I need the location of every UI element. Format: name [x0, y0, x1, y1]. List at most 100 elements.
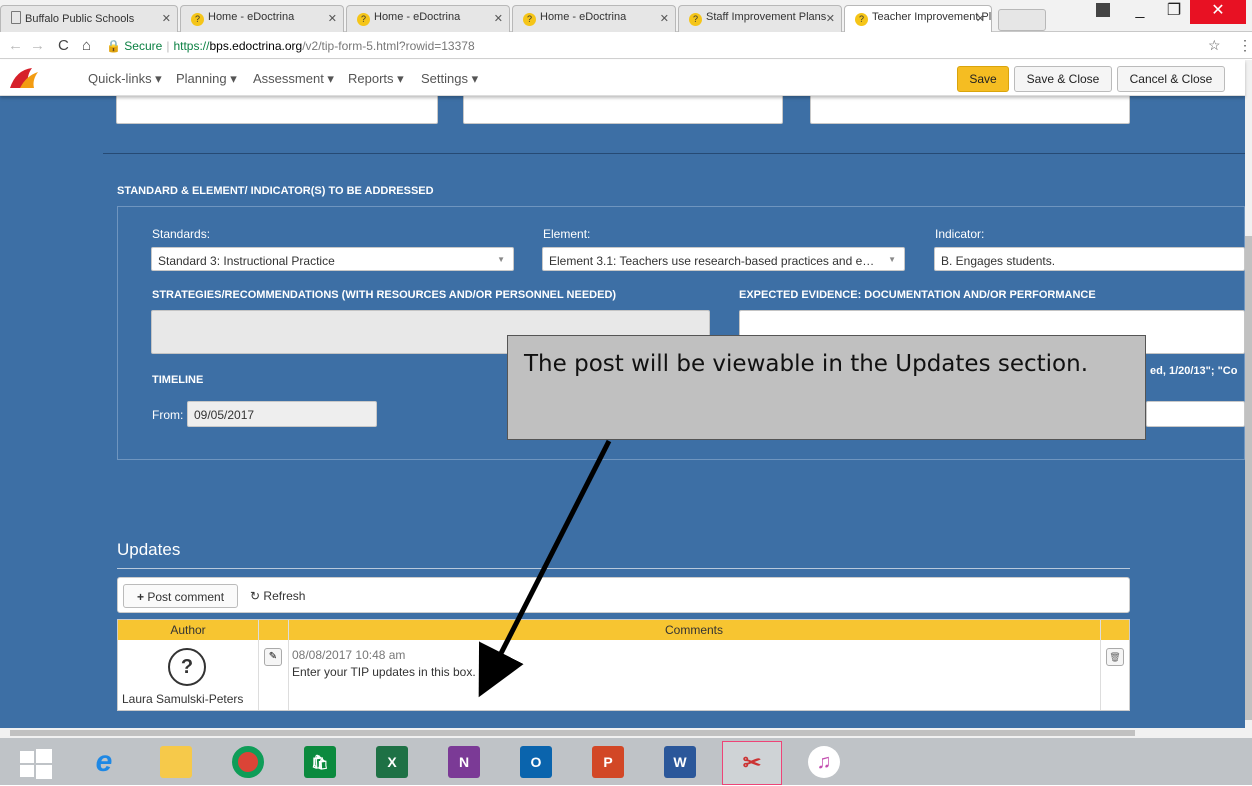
element-value: Element 3.1: Teachers use research-based… — [549, 254, 875, 268]
address-bar-row: ← → C ⌂ 🔒 Secure | https://bps.edoctrina.o… — [0, 33, 1252, 59]
start-icon[interactable] — [6, 741, 66, 785]
chevron-down-icon: ▼ — [888, 255, 896, 264]
author-name: Laura Samulski-Peters — [122, 692, 244, 706]
element-label: Element: — [543, 227, 591, 241]
updates-title: Updates — [117, 540, 181, 559]
save-close-button[interactable]: Save & Close — [1014, 66, 1112, 92]
post-comment-label: Post comment — [147, 590, 225, 604]
snipping-tool-icon[interactable]: ✂ — [722, 741, 782, 785]
outlook-icon[interactable]: O — [506, 741, 566, 785]
comment-date: 08/08/2017 10:48 am — [292, 648, 406, 662]
menu-settings[interactable]: Settings ▾ — [421, 71, 478, 87]
tab-label: Home - eDoctrina — [374, 11, 461, 23]
forward-arrow-icon[interactable]: → — [30, 37, 45, 54]
edoctrina-icon: ? — [191, 13, 204, 26]
tab-teacher-improvement-plan[interactable]: ? Teacher Improvement Pl ✕ — [844, 5, 992, 32]
strategies-label: STRATEGIES/RECOMMENDATIONS (WITH RESOURC… — [152, 289, 617, 301]
user-profile-icon[interactable] — [1096, 3, 1110, 17]
refresh-icon: ↻ — [250, 589, 261, 603]
back-arrow-icon[interactable]: ← — [8, 37, 23, 54]
lock-icon: 🔒 — [106, 39, 121, 53]
from-label: From: — [152, 408, 184, 422]
scroll-thumb[interactable] — [10, 730, 1135, 736]
standards-label: Standards: — [152, 227, 211, 241]
url-path: /v2/tip-form-5.html?rowid=13378 — [302, 39, 475, 53]
updates-grid: Author Comments ? Laura Samulski-Peters … — [117, 619, 1130, 711]
file-explorer-icon[interactable] — [146, 741, 206, 785]
powerpoint-icon[interactable]: P — [578, 741, 638, 785]
callout-box: The post will be viewable in the Updates… — [507, 335, 1146, 440]
tab-buffalo-public-schools[interactable]: Buffalo Public Schools ✕ — [0, 5, 178, 32]
url-host: bps.edoctrina.org — [209, 39, 303, 53]
element-select[interactable]: Element 3.1: Teachers use research-based… — [542, 247, 905, 271]
timeline-right-input[interactable] — [1146, 401, 1245, 427]
refresh-button[interactable]: ↻ Refresh — [250, 584, 305, 608]
chevron-down-icon: ▼ — [497, 255, 505, 264]
tab-label: Home - eDoctrina — [540, 11, 627, 23]
url-scheme: https:// — [173, 39, 210, 53]
indicator-select[interactable]: B. Engages students. — [934, 247, 1245, 271]
col-comments-header: Comments — [664, 623, 723, 637]
itunes-icon[interactable]: ♫ — [794, 741, 854, 785]
standards-value: Standard 3: Instructional Practice — [158, 254, 335, 268]
edoctrina-icon: ? — [689, 13, 702, 26]
standards-select[interactable]: Standard 3: Instructional Practice ▼ — [151, 247, 514, 271]
close-icon[interactable]: ✕ — [826, 12, 835, 25]
updates-toolbar: + Post comment ↻ Refresh — [117, 577, 1130, 613]
save-button[interactable]: Save — [957, 66, 1009, 92]
close-icon[interactable]: ✕ — [660, 12, 669, 25]
vertical-scrollbar[interactable] — [1245, 60, 1252, 728]
comment-text[interactable]: Enter your TIP updates in this box. — [292, 665, 476, 679]
edoctrina-logo[interactable] — [8, 66, 42, 90]
from-date-input[interactable]: 09/05/2017 — [187, 401, 377, 427]
menu-kebab-icon[interactable]: ⋮ — [1238, 37, 1252, 54]
close-icon[interactable]: ✕ — [494, 12, 503, 25]
new-tab-button[interactable] — [998, 9, 1046, 31]
plus-icon: + — [136, 590, 144, 604]
cancel-close-button[interactable]: Cancel & Close — [1117, 66, 1225, 92]
section-title-standards: STANDARD & ELEMENT/ INDICATOR(S) TO BE A… — [117, 185, 434, 197]
tab-home-edoctrina-1[interactable]: ? Home - eDoctrina ✕ — [180, 5, 344, 32]
close-icon[interactable]: ✕ — [976, 12, 985, 25]
edoctrina-icon: ? — [357, 13, 370, 26]
evidence-label: EXPECTED EVIDENCE: DOCUMENTATION AND/OR … — [739, 289, 1096, 301]
menu-reports[interactable]: Reports ▾ — [348, 71, 404, 87]
trash-icon[interactable]: 🗑 — [1106, 648, 1124, 666]
onenote-icon[interactable]: N — [434, 741, 494, 785]
post-comment-button[interactable]: + Post comment — [123, 584, 238, 608]
horizontal-scrollbar[interactable] — [0, 728, 1252, 738]
indicator-label: Indicator: — [935, 227, 985, 241]
edit-pencil-icon[interactable]: ✎ — [264, 648, 282, 666]
close-icon[interactable]: ✕ — [162, 12, 171, 25]
tab-staff-improvement-plans[interactable]: ? Staff Improvement Plans ✕ — [678, 5, 842, 32]
secure-label: Secure — [124, 39, 163, 53]
from-date-value: 09/05/2017 — [194, 408, 255, 422]
tab-label: Buffalo Public Schools — [25, 13, 135, 25]
callout-text: The post will be viewable in the Updates… — [524, 351, 1089, 377]
reload-icon[interactable]: C — [58, 37, 69, 54]
column-separator — [288, 620, 289, 710]
windows-taskbar: e 🛍 X N O P W ✂ ♫ — [0, 738, 1252, 785]
edoctrina-icon: ? — [523, 13, 536, 26]
word-icon[interactable]: W — [650, 741, 710, 785]
menu-quick-links[interactable]: Quick-links ▾ — [88, 71, 162, 87]
url-separator: | — [166, 39, 170, 53]
scroll-thumb[interactable] — [1245, 236, 1252, 720]
tab-home-edoctrina-3[interactable]: ? Home - eDoctrina ✕ — [512, 5, 676, 32]
home-icon[interactable]: ⌂ — [82, 37, 91, 54]
store-icon[interactable]: 🛍 — [290, 741, 350, 785]
menu-planning[interactable]: Planning ▾ — [176, 71, 237, 87]
menu-assessment[interactable]: Assessment ▾ — [253, 71, 334, 87]
tab-label: Teacher Improvement Pl — [872, 11, 992, 23]
internet-explorer-icon[interactable]: e — [74, 741, 134, 785]
col-author-header: Author — [170, 623, 206, 637]
grid-header: Author Comments — [118, 620, 1129, 640]
bookmark-star-icon[interactable]: ☆ — [1208, 37, 1221, 54]
window-close-icon[interactable]: ✕ — [1190, 0, 1246, 24]
chrome-icon[interactable] — [218, 741, 278, 785]
browser-tab-strip: Buffalo Public Schools ✕ ? Home - eDoctrin… — [0, 0, 1252, 32]
url-field[interactable]: 🔒 Secure | https://bps.edoctrina.org/v2/ti… — [106, 36, 1226, 56]
tab-home-edoctrina-2[interactable]: ? Home - eDoctrina ✕ — [346, 5, 510, 32]
excel-icon[interactable]: X — [362, 741, 422, 785]
close-icon[interactable]: ✕ — [328, 12, 337, 25]
